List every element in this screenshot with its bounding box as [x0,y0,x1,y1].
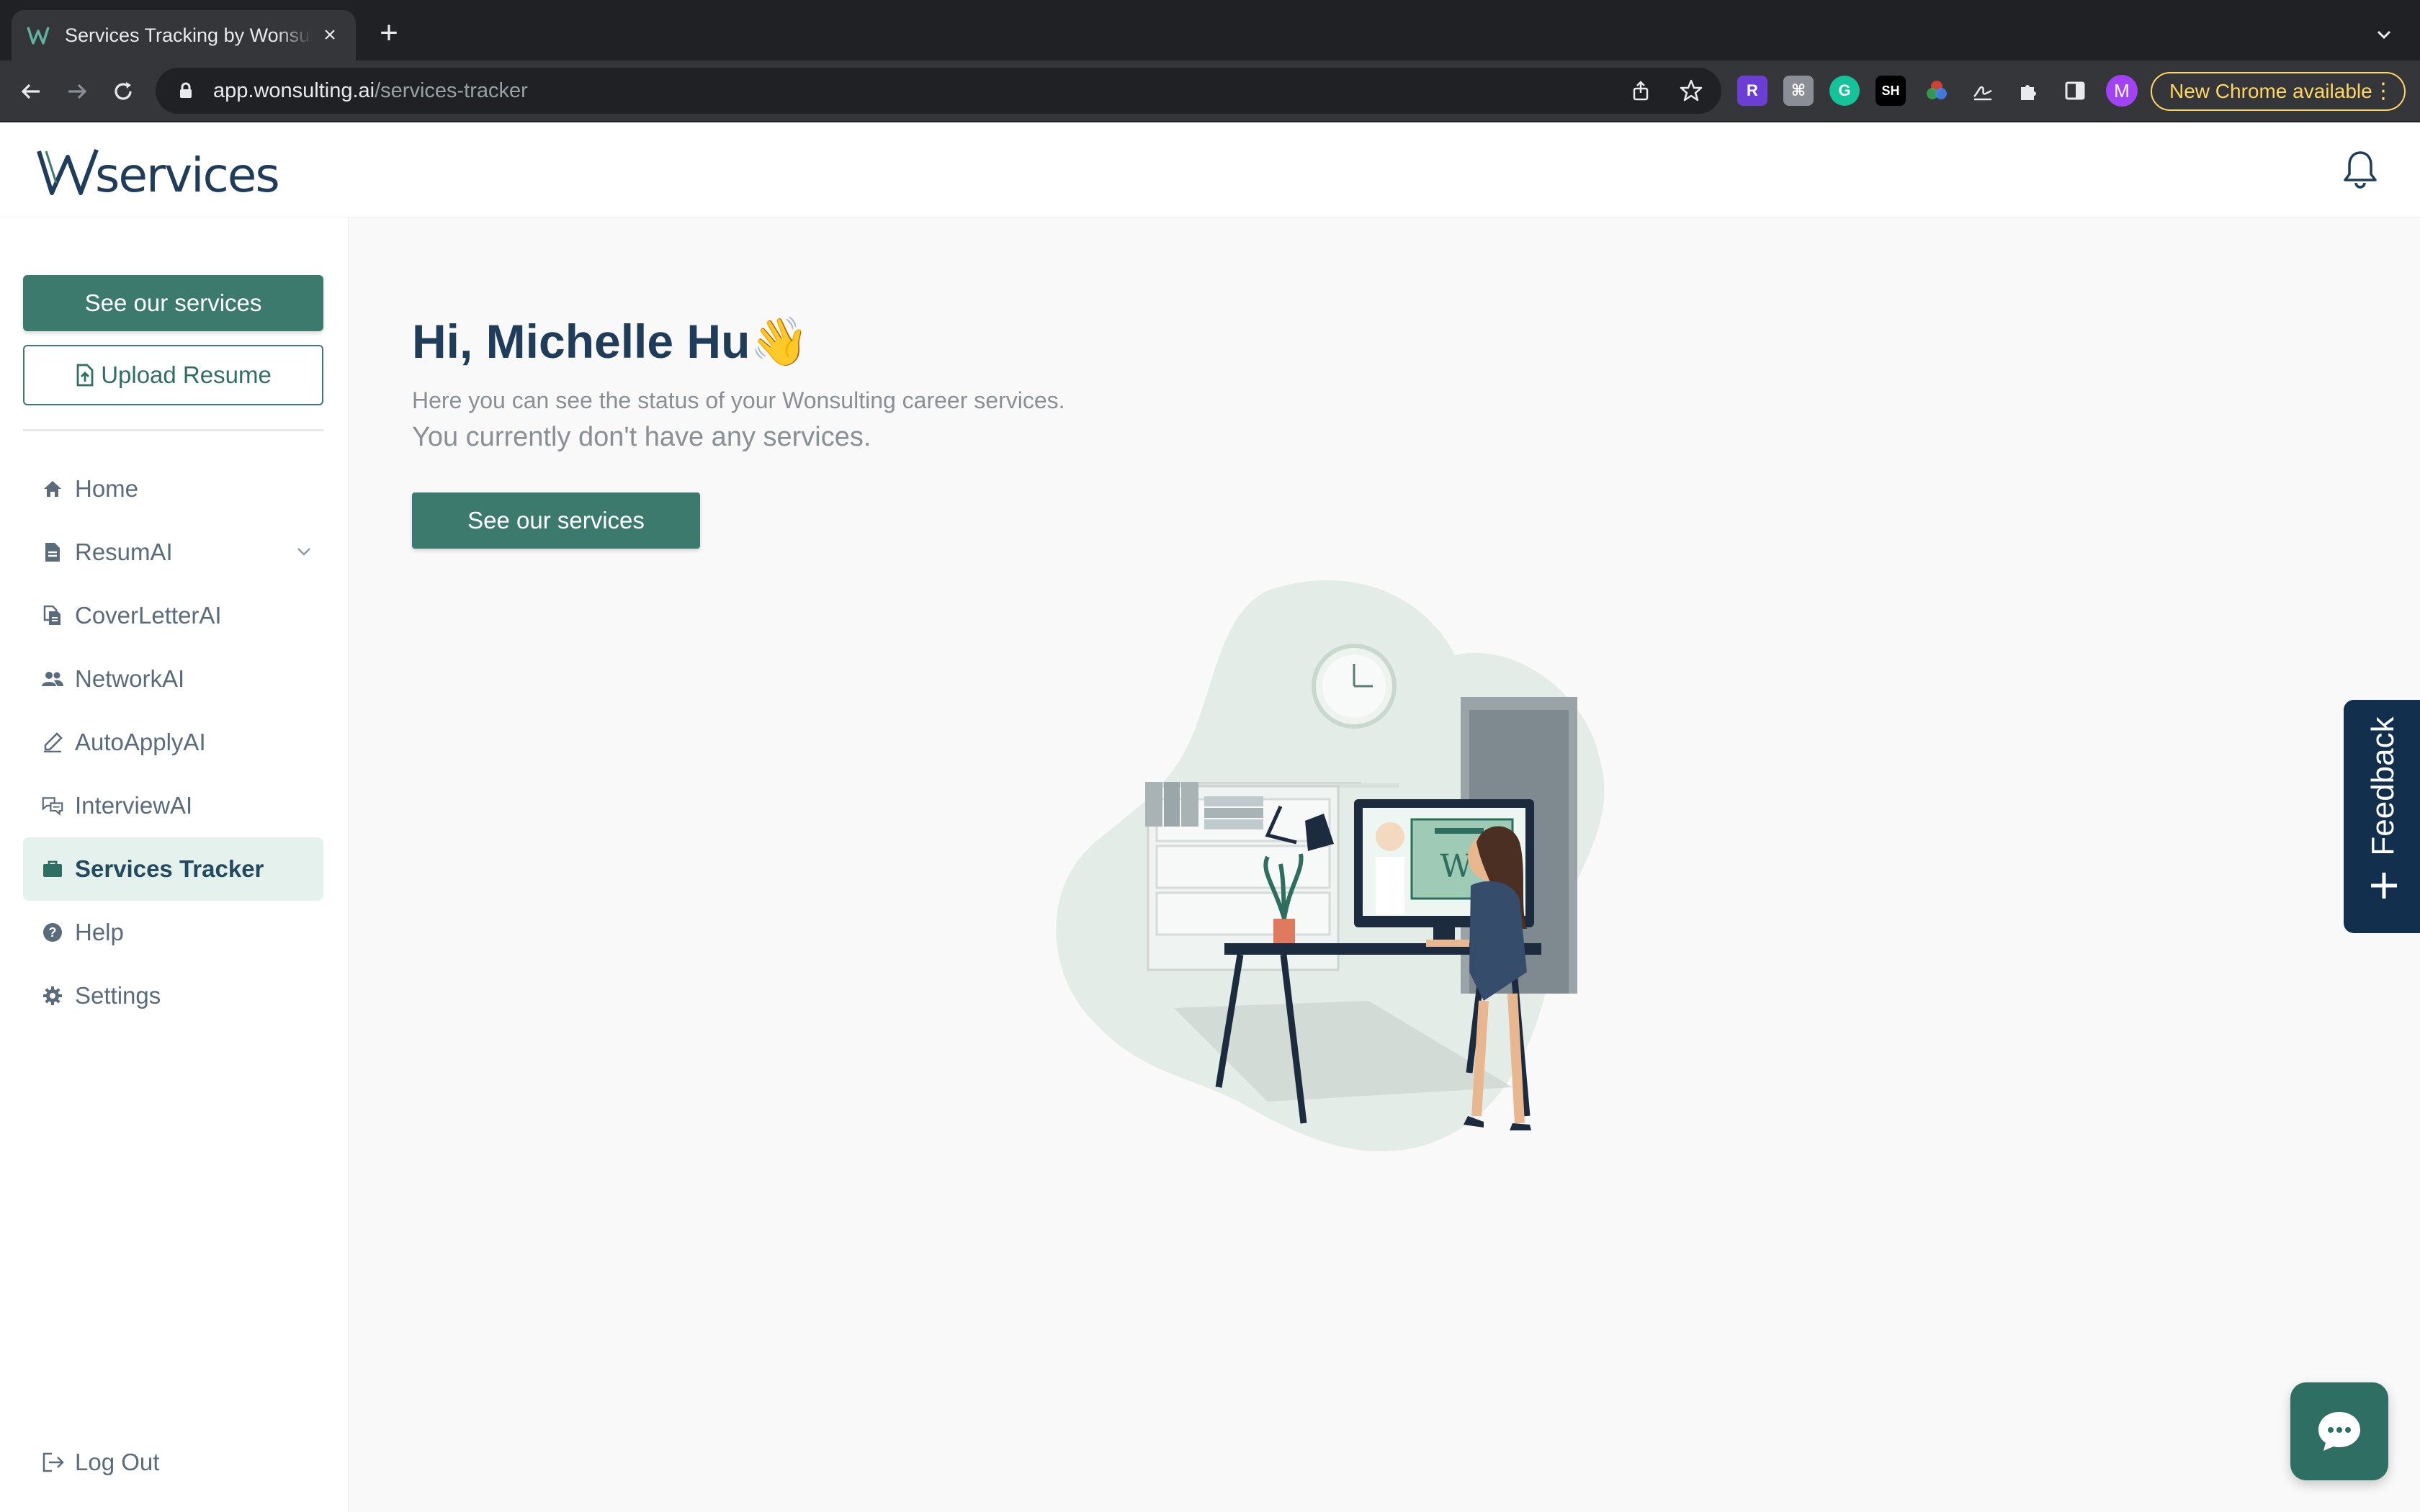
svg-text:?: ? [49,925,57,940]
sidebar-item-home[interactable]: Home [23,457,323,521]
sidebar-item-interviewai[interactable]: InterviewAI [23,774,323,837]
sidebar-divider [23,429,323,431]
logout-icon [42,1452,64,1472]
extension-sh-icon[interactable]: SH [1876,76,1906,106]
chrome-update-button[interactable]: New Chrome available ⋮ [2151,72,2406,111]
sidebar-nav: Home ResumAI CoverLetterAI NetworkAI Aut… [23,457,323,1027]
sidebar-item-resumai[interactable]: ResumAI [23,521,323,584]
empty-state-illustration: W [1056,580,1605,1152]
app-header: services [0,122,2420,217]
chrome-update-label: New Chrome available [2169,80,2372,102]
help-icon: ? [42,922,63,943]
sidebar-item-label: NetworkAI [75,665,185,692]
tab-search-chevron-icon[interactable] [2371,22,2397,48]
browser-tab-bar: Services Tracking by Wonsulting × + [0,0,2420,60]
forward-arrow-icon[interactable] [60,75,94,108]
people-icon [42,668,63,690]
feedback-tab[interactable]: Feedback [2344,700,2420,933]
bookmark-star-icon[interactable] [1677,76,1706,105]
chat-bubbles-icon [42,795,63,816]
lock-icon [176,81,196,101]
reload-icon[interactable] [107,75,140,108]
address-bar[interactable]: app.wonsulting.ai/services-tracker [156,68,1721,114]
notification-bell-icon[interactable] [2341,148,2380,190]
sidebar-item-settings[interactable]: Settings [23,964,323,1027]
share-icon[interactable] [1626,76,1655,105]
upload-resume-button[interactable]: Upload Resume [23,345,323,405]
feedback-label: Feedback [2365,716,2401,856]
logout-label: Log Out [75,1449,160,1475]
back-arrow-icon[interactable] [14,75,48,108]
browser-toolbar: app.wonsulting.ai/services-tracker R ⌘ G… [0,60,2420,122]
sidebar-item-label: ResumAI [75,539,173,565]
sidebar-item-help[interactable]: ? Help [23,901,323,964]
see-our-services-button[interactable]: See our services [412,492,700,549]
chat-launcher-button[interactable] [2290,1382,2388,1480]
sidebar-item-label: Settings [75,982,161,1009]
sidebar-item-label: Home [75,475,139,502]
see-our-services-sidebar-button[interactable]: See our services [23,275,323,331]
tab-close-icon[interactable]: × [318,24,341,47]
gear-icon [42,985,63,1007]
page-subtitle: Here you can see the status of your Wons… [412,387,1065,413]
sidebar-item-label: CoverLetterAI [75,602,222,629]
sidebar-item-coverletterai[interactable]: CoverLetterAI [23,584,323,647]
grammarly-icon[interactable]: G [1829,76,1860,106]
upload-file-icon [76,364,94,387]
sidebar-item-label: Help [75,919,124,945]
page-title: Hi, Michelle Hu👋 [412,315,810,368]
sidebar-item-services-tracker[interactable]: Services Tracker [23,837,323,901]
briefcase-icon [42,858,63,880]
logo-w-icon [37,148,99,195]
home-icon [42,478,63,500]
url-text: app.wonsulting.ai/services-tracker [213,79,528,103]
browser-tab-active[interactable]: Services Tracking by Wonsulting × [12,10,356,60]
upload-resume-label: Upload Resume [101,361,272,388]
pen-icon [42,732,63,753]
new-tab-button[interactable]: + [373,17,405,50]
sidebar-item-autoapplyai[interactable]: AutoApplyAI [23,711,323,774]
extension-r-icon[interactable]: R [1737,76,1767,106]
sidebar-item-label: Services Tracker [75,855,264,882]
extension-command-icon[interactable]: ⌘ [1783,76,1814,106]
plus-icon [2371,873,2397,899]
side-panel-icon[interactable] [2060,76,2090,106]
sidebar-item-label: InterviewAI [75,792,193,819]
wonsulting-favicon-icon [26,23,50,48]
url-path: /services-tracker [375,78,528,102]
profile-avatar[interactable]: M [2106,75,2138,107]
wservices-logo[interactable]: services [36,144,280,203]
color-wheel-extension-icon[interactable] [1922,76,1952,106]
url-host: app.wonsulting.ai [213,78,375,102]
logout-button[interactable]: Log Out [42,1449,159,1476]
document-icon [42,541,63,563]
signature-extension-icon[interactable] [1968,76,1998,106]
extensions-puzzle-icon[interactable] [2014,76,2044,106]
tab-title: Services Tracking by Wonsulting [65,24,313,46]
chat-bubble-icon [2318,1412,2360,1451]
logo-text: services [95,148,280,203]
sidebar-item-label: AutoApplyAI [75,729,206,755]
sidebar-item-networkai[interactable]: NetworkAI [23,647,323,711]
kebab-menu-icon[interactable]: ⋮ [2372,79,2394,104]
sidebar: See our services Upload Resume Home Resu… [0,217,349,1512]
empty-state-text: You currently don't have any services. [412,422,871,452]
files-icon [42,605,63,626]
chevron-down-icon[interactable] [295,542,313,561]
